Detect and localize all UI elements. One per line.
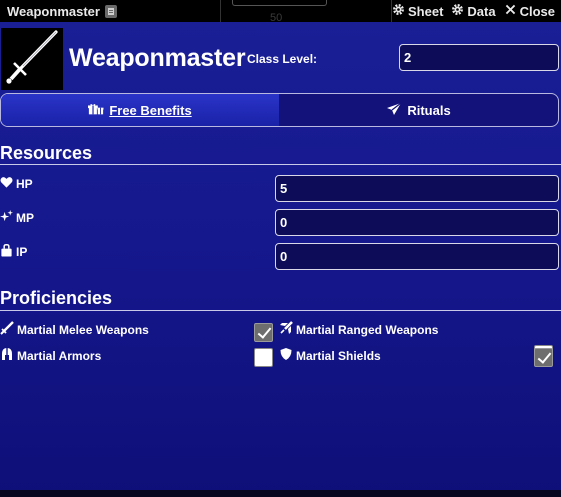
ip-input[interactable]	[275, 243, 559, 270]
sparkles-icon	[0, 210, 13, 226]
class-sheet-window: Weaponmaster Class Level: Free Benefits …	[0, 22, 561, 497]
cog-icon	[451, 3, 464, 19]
tab-rituals[interactable]: Rituals	[279, 94, 558, 126]
martial-shields-label: Martial Shields	[296, 348, 381, 363]
tab-free-benefits[interactable]: Free Benefits	[1, 94, 279, 126]
class-tabs: Free Benefits Rituals	[0, 93, 559, 127]
class-name: Weaponmaster	[69, 44, 246, 72]
background-frame	[232, 0, 327, 6]
mp-input[interactable]	[275, 209, 559, 236]
resource-hp: HP	[0, 176, 33, 192]
tab-free-benefits-label: Free Benefits	[109, 102, 192, 118]
shield-icon	[279, 347, 293, 364]
background-divider	[220, 0, 221, 22]
resources-title: Resources	[0, 143, 93, 163]
class-level-input[interactable]	[399, 44, 559, 71]
martial-ranged-label: Martial Ranged Weapons	[296, 322, 439, 337]
helmet-icon	[0, 347, 14, 364]
proficiency-martial-armors: Martial Armors	[0, 347, 101, 364]
resource-mp: MP	[0, 210, 34, 226]
briefcase-icon	[0, 243, 13, 260]
background-divider	[391, 0, 392, 22]
class-header: Weaponmaster Class Level:	[0, 26, 561, 90]
proficiency-martial-ranged: Martial Ranged Weapons	[279, 321, 438, 338]
martial-armors-label: Martial Armors	[17, 348, 102, 363]
resource-ip-label: IP	[16, 245, 28, 259]
tab-rituals-label: Rituals	[407, 102, 451, 118]
background-strip	[0, 490, 561, 497]
sheet-label: Sheet	[408, 3, 444, 19]
hp-input[interactable]	[275, 175, 559, 202]
jet-icon	[279, 321, 293, 338]
resources-divider	[0, 164, 561, 165]
gifts-icon	[88, 102, 104, 119]
sheet-button[interactable]: Sheet	[392, 3, 443, 19]
gear-icon	[392, 3, 405, 19]
data-button[interactable]: Data	[451, 3, 496, 19]
window-controls: Sheet Data Close	[392, 3, 555, 19]
window-title-group: Weaponmaster	[7, 4, 117, 19]
resource-hp-label: HP	[16, 177, 33, 191]
heart-icon	[0, 176, 13, 192]
sword-icon	[0, 321, 14, 338]
martial-melee-label: Martial Melee Weapons	[17, 322, 149, 337]
resource-mp-label: MP	[16, 211, 34, 225]
martial-armors-checkbox[interactable]	[254, 348, 273, 367]
martial-melee-checkbox[interactable]	[254, 323, 273, 342]
class-level-label: Class Level:	[247, 52, 318, 66]
proficiency-martial-melee: Martial Melee Weapons	[0, 321, 149, 338]
close-icon	[504, 3, 517, 19]
proficiencies-title: Proficiencies	[0, 288, 113, 308]
paper-plane-icon	[386, 102, 402, 119]
resource-ip: IP	[0, 243, 28, 260]
close-label: Close	[519, 3, 555, 19]
proficiencies-divider	[0, 310, 561, 311]
close-button[interactable]: Close	[504, 3, 555, 19]
window-title: Weaponmaster	[7, 3, 100, 19]
data-label: Data	[467, 3, 496, 19]
document-icon	[104, 4, 117, 18]
proficiency-martial-shields: Martial Shields	[279, 347, 381, 364]
martial-shields-checkbox[interactable]	[534, 348, 553, 367]
sword-icon	[1, 28, 63, 90]
class-image[interactable]	[1, 28, 63, 90]
